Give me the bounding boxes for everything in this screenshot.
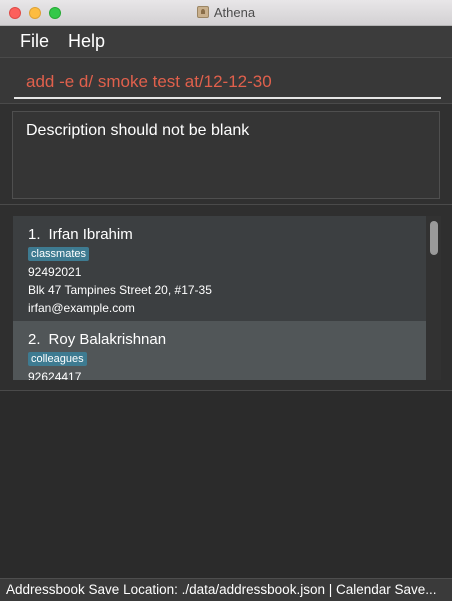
person-name-line: 2. Roy Balakrishnan [28, 331, 166, 348]
person-tag: colleagues [28, 352, 87, 366]
result-message: Description should not be blank [26, 122, 250, 139]
menu-help[interactable]: Help [68, 31, 105, 52]
status-bar: Addressbook Save Location: ./data/addres… [0, 578, 452, 601]
person-address: Blk 47 Tampines Street 20, #17-35 [28, 283, 212, 297]
window-titlebar: Athena [0, 0, 452, 26]
person-name-line: 1. Irfan Ibrahim [28, 226, 133, 243]
person-name: Roy Balakrishnan [48, 331, 167, 348]
person-phone: 92624417 [28, 370, 82, 380]
person-email: irfan@example.com [28, 301, 135, 315]
scrollbar-thumb[interactable] [430, 221, 438, 255]
save-location-status: Addressbook Save Location: ./data/addres… [6, 582, 437, 597]
result-display: Description should not be blank [12, 111, 440, 199]
command-input[interactable]: add -e d/ smoke test at/12-12-30 [26, 72, 272, 92]
person-card[interactable]: 1. Irfan Ibrahim classmates 92492021 Blk … [13, 216, 426, 321]
empty-panel [0, 391, 452, 578]
person-card-selected[interactable]: 2. Roy Balakrishnan colleagues 92624417 [13, 321, 426, 380]
command-input-underline [14, 97, 441, 99]
person-tag: classmates [28, 247, 90, 261]
window-title-text: Athena [213, 5, 256, 20]
person-index: 2. [28, 331, 41, 348]
person-phone: 92492021 [28, 265, 82, 279]
person-index: 1. [28, 226, 41, 243]
person-list-panel: 1. Irfan Ibrahim classmates 92492021 Blk … [0, 205, 452, 391]
person-name: Irfan Ibrahim [48, 226, 133, 243]
window-title: Athena [0, 5, 452, 20]
person-list[interactable]: 1. Irfan Ibrahim classmates 92492021 Blk … [13, 216, 426, 380]
result-display-panel: Description should not be blank [0, 104, 452, 205]
menu-file[interactable]: File [20, 31, 49, 52]
app-icon [196, 6, 209, 18]
menu-bar: File Help [0, 26, 452, 58]
